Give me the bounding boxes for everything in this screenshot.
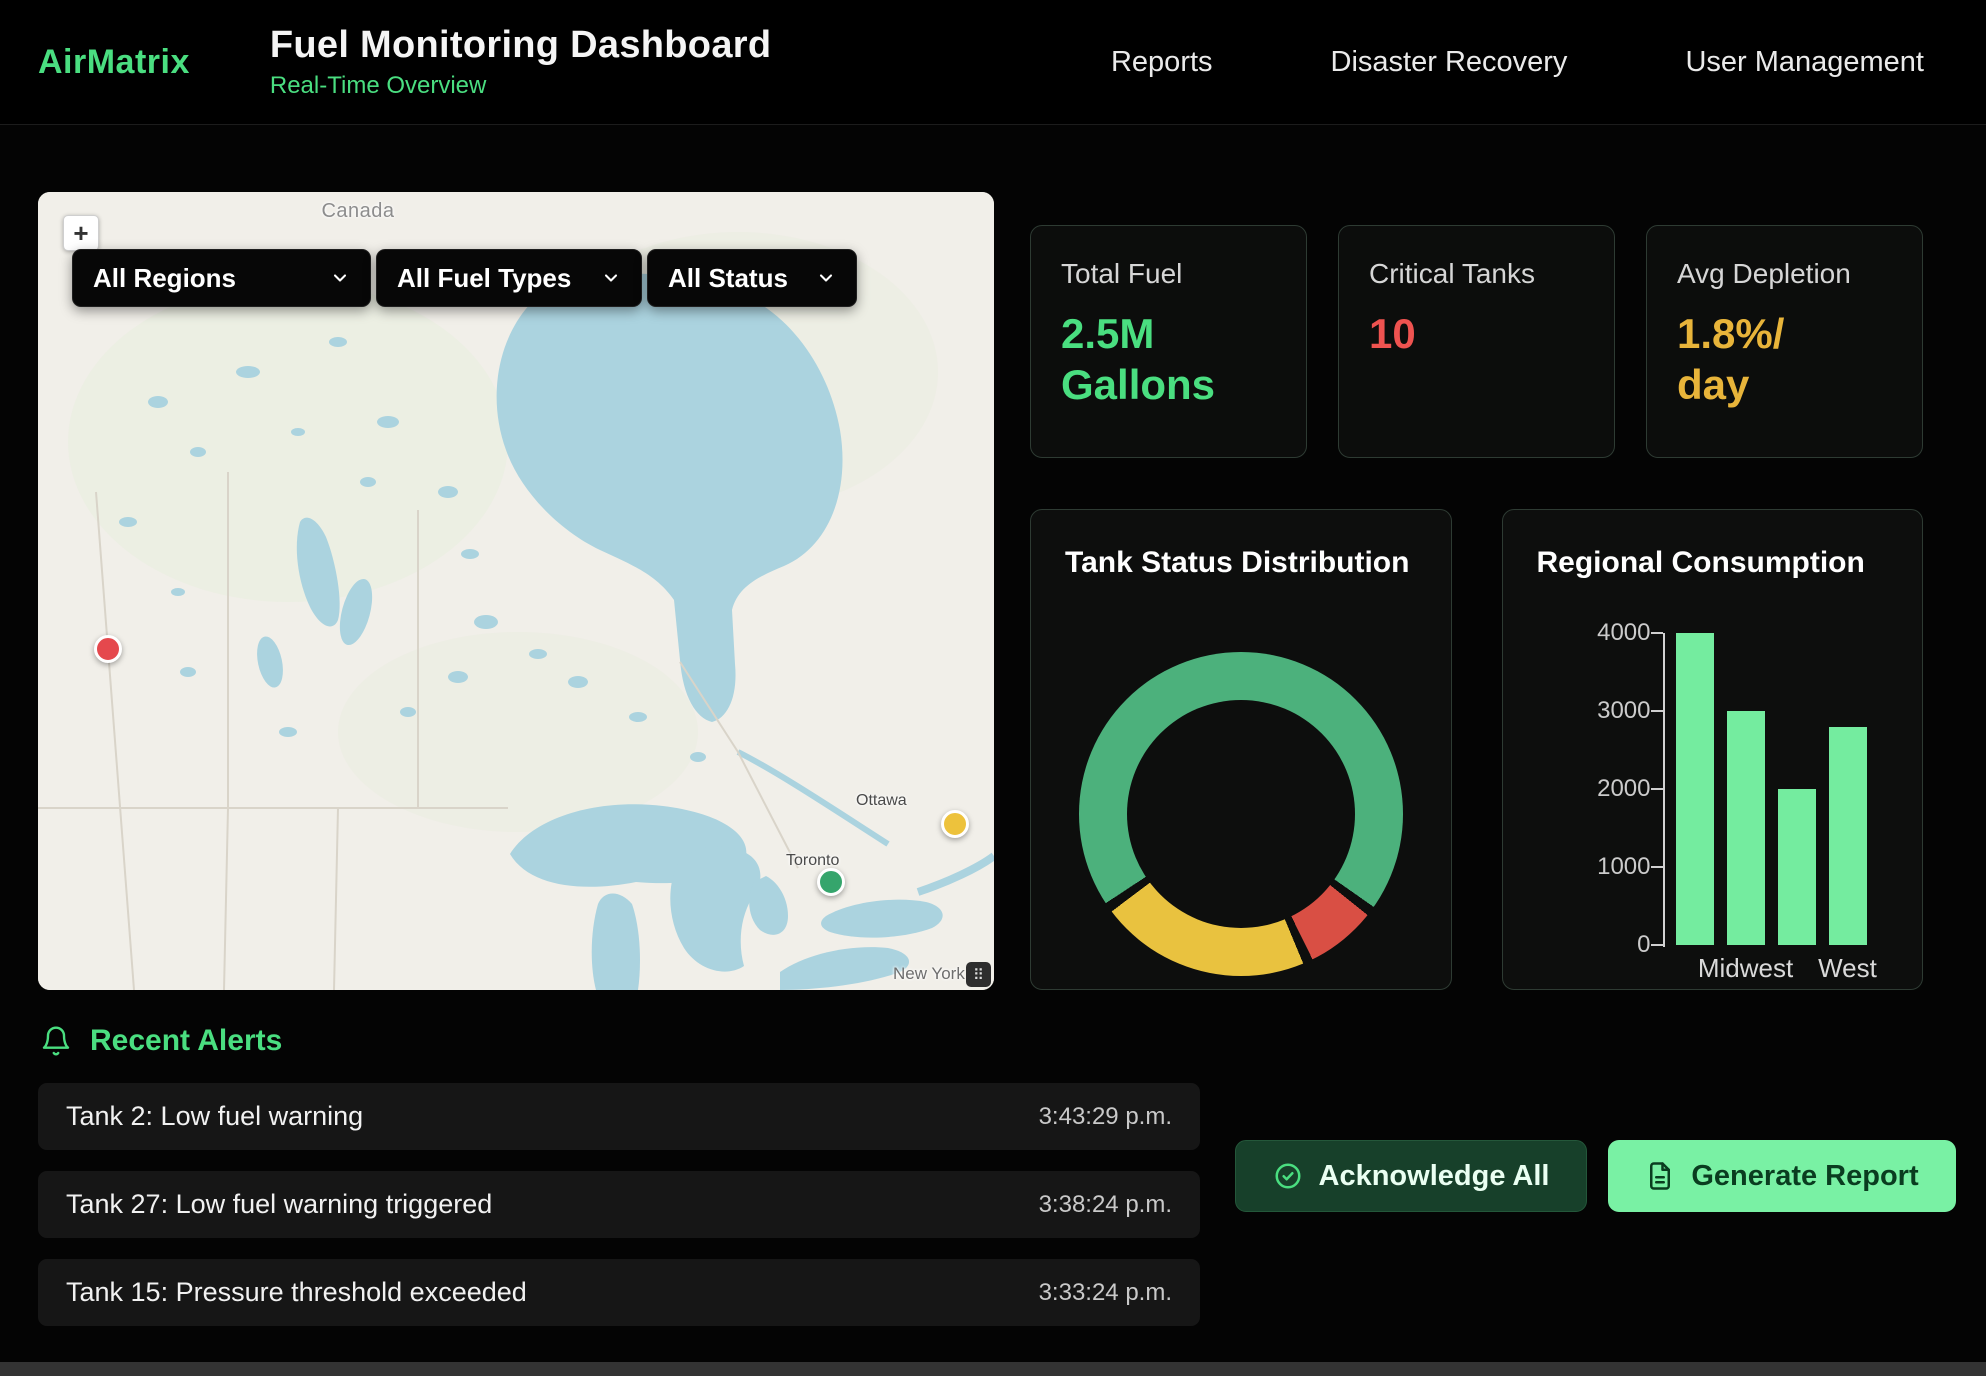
alerts-title: Recent Alerts [90, 1024, 282, 1058]
alert-message: Tank 2: Low fuel warning [66, 1101, 363, 1132]
chevron-down-icon [816, 268, 836, 288]
alert-time: 3:38:24 p.m. [1039, 1191, 1172, 1219]
donut-hole [1127, 700, 1355, 928]
alert-time: 3:43:29 p.m. [1039, 1103, 1172, 1131]
regional-consumption-card: Regional Consumption 01000200030004000Mi… [1502, 509, 1924, 990]
stat-label: Total Fuel [1061, 258, 1276, 290]
nav-disaster-recovery[interactable]: Disaster Recovery [1331, 46, 1568, 79]
charts-row: Tank Status Distribution Regional Consum… [1030, 509, 1923, 990]
bar[interactable] [1727, 711, 1765, 945]
alert-message: Tank 27: Low fuel warning triggered [66, 1189, 492, 1220]
y-tick-label: 4000 [1503, 619, 1651, 647]
stat-card-critical-tanks: Critical Tanks 10 [1338, 225, 1615, 458]
alert-message: Tank 15: Pressure threshold exceeded [66, 1277, 527, 1308]
alert-row[interactable]: Tank 27: Low fuel warning triggered 3:38… [38, 1171, 1200, 1238]
alert-time: 3:33:24 p.m. [1039, 1279, 1172, 1307]
filter-status-select[interactable]: All Status [647, 249, 857, 307]
stat-card-total-fuel: Total Fuel 2.5M Gallons [1030, 225, 1307, 458]
y-tick-label: 2000 [1503, 775, 1651, 803]
y-axis-line [1663, 633, 1665, 947]
y-tick-label: 1000 [1503, 853, 1651, 881]
document-icon [1645, 1161, 1675, 1191]
donut-chart[interactable] [1079, 652, 1403, 976]
y-tick-mark [1651, 866, 1663, 868]
chevron-down-icon [601, 268, 621, 288]
y-tick-mark [1651, 788, 1663, 790]
y-tick-label: 0 [1503, 931, 1651, 959]
stat-label: Avg Depletion [1677, 258, 1892, 290]
y-tick-mark [1651, 944, 1663, 946]
map-label-ottawa: Ottawa [856, 792, 907, 810]
generate-report-label: Generate Report [1691, 1160, 1918, 1193]
page-title: Fuel Monitoring Dashboard [270, 24, 771, 67]
nav-user-management[interactable]: User Management [1685, 46, 1924, 79]
tank-marker-warning[interactable] [941, 810, 969, 838]
y-tick-mark [1651, 632, 1663, 634]
title-block: Fuel Monitoring Dashboard Real-Time Over… [270, 24, 771, 100]
alert-list: Tank 2: Low fuel warning 3:43:29 p.m. Ta… [38, 1083, 1200, 1347]
stat-value: 10 [1369, 308, 1584, 359]
nav-reports[interactable]: Reports [1111, 46, 1213, 79]
recent-alerts-header: Recent Alerts [40, 1024, 282, 1058]
acknowledge-all-label: Acknowledge All [1319, 1160, 1550, 1193]
stat-value: 1.8%/ day [1677, 308, 1892, 410]
brand-logo: AirMatrix [38, 43, 190, 82]
bell-icon [40, 1025, 72, 1057]
tank-status-title: Tank Status Distribution [1031, 510, 1451, 580]
generate-report-button[interactable]: Generate Report [1608, 1140, 1956, 1212]
bar[interactable] [1676, 633, 1714, 945]
app-header: AirMatrix Fuel Monitoring Dashboard Real… [0, 0, 1986, 125]
bar[interactable] [1829, 727, 1867, 945]
map-label-new-york: New York [893, 964, 965, 984]
x-tick-label: West [1788, 953, 1908, 984]
map-canvas [38, 192, 994, 990]
tank-marker-normal[interactable] [817, 868, 845, 896]
bar-chart-area: 01000200030004000MidwestWest [1503, 510, 1923, 989]
stats-row: Total Fuel 2.5M Gallons Critical Tanks 1… [1030, 225, 1923, 458]
alert-row[interactable]: Tank 15: Pressure threshold exceeded 3:3… [38, 1259, 1200, 1326]
filter-regions-label: All Regions [93, 263, 236, 294]
stat-value: 2.5M Gallons [1061, 308, 1276, 410]
tank-marker-critical[interactable] [94, 635, 122, 663]
filter-status-label: All Status [668, 263, 788, 294]
resize-grip-icon[interactable]: ⠿ [966, 962, 991, 987]
bottom-strip [0, 1362, 1986, 1376]
map-label-canada: Canada [288, 200, 428, 223]
zoom-in-button[interactable]: + [63, 215, 99, 251]
chevron-down-icon [330, 268, 350, 288]
check-circle-icon [1273, 1161, 1303, 1191]
acknowledge-all-button[interactable]: Acknowledge All [1235, 1140, 1587, 1212]
filter-fuel-types-label: All Fuel Types [397, 263, 571, 294]
filter-fuel-types-select[interactable]: All Fuel Types [376, 249, 642, 307]
y-tick-label: 3000 [1503, 697, 1651, 725]
alert-row[interactable]: Tank 2: Low fuel warning 3:43:29 p.m. [38, 1083, 1200, 1150]
fuel-monitoring-dashboard: AirMatrix Fuel Monitoring Dashboard Real… [0, 0, 1986, 1376]
filter-regions-select[interactable]: All Regions [72, 249, 371, 307]
y-tick-mark [1651, 710, 1663, 712]
main-nav: Reports Disaster Recovery User Managemen… [1111, 46, 1986, 79]
tank-status-card: Tank Status Distribution [1030, 509, 1452, 990]
stat-card-avg-depletion: Avg Depletion 1.8%/ day [1646, 225, 1923, 458]
page-subtitle: Real-Time Overview [270, 72, 771, 100]
map-panel[interactable]: Canada Ottawa Toronto New York + All Reg… [38, 192, 994, 990]
bar[interactable] [1778, 789, 1816, 945]
stat-label: Critical Tanks [1369, 258, 1584, 290]
